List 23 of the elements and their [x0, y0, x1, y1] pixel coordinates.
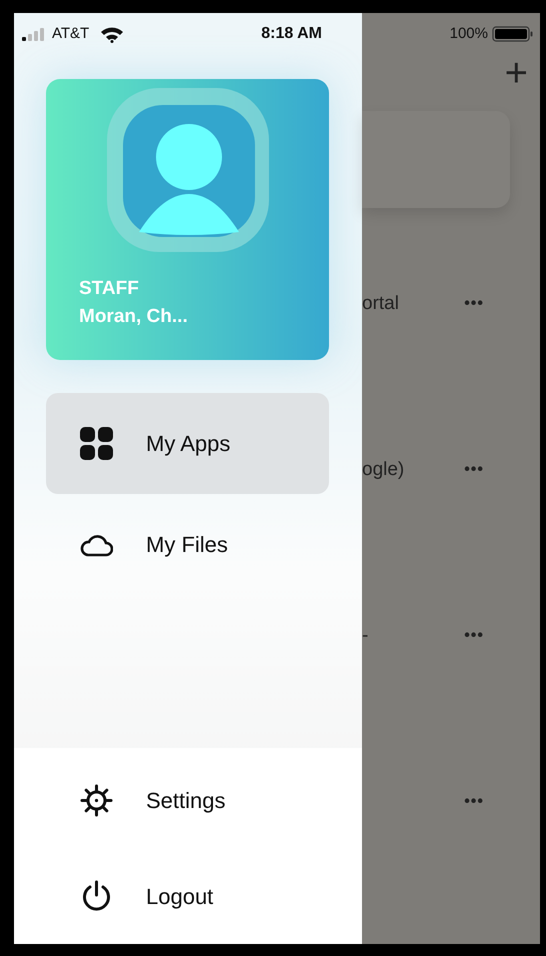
more-button[interactable]: ••• — [464, 624, 484, 648]
battery-icon — [492, 26, 534, 42]
app-name: ogle) — [362, 458, 404, 482]
app-name: - — [362, 624, 368, 648]
more-button[interactable]: ••• — [464, 458, 484, 482]
apps-icon — [80, 427, 113, 460]
menu-item[interactable]: My Apps — [46, 393, 329, 494]
menu-item[interactable]: Settings — [46, 752, 329, 848]
menu-item[interactable]: My Files — [46, 494, 329, 595]
settings-icon — [80, 784, 113, 816]
battery-label: 100% — [450, 24, 488, 44]
add-button[interactable]: + — [504, 55, 528, 91]
carrier-label: AT&T — [52, 24, 90, 44]
user-role: STAFF — [79, 277, 139, 301]
power-icon — [80, 880, 113, 912]
more-button[interactable]: ••• — [464, 790, 484, 814]
cloud-icon — [80, 532, 113, 556]
menu-item[interactable]: Logout — [46, 848, 329, 944]
time-label: 8:18 AM — [261, 24, 322, 44]
user-name: Moran, Ch... — [79, 304, 188, 329]
app-name: ortal — [362, 292, 399, 316]
wifi-icon — [100, 26, 124, 42]
more-button[interactable]: ••• — [464, 292, 484, 316]
